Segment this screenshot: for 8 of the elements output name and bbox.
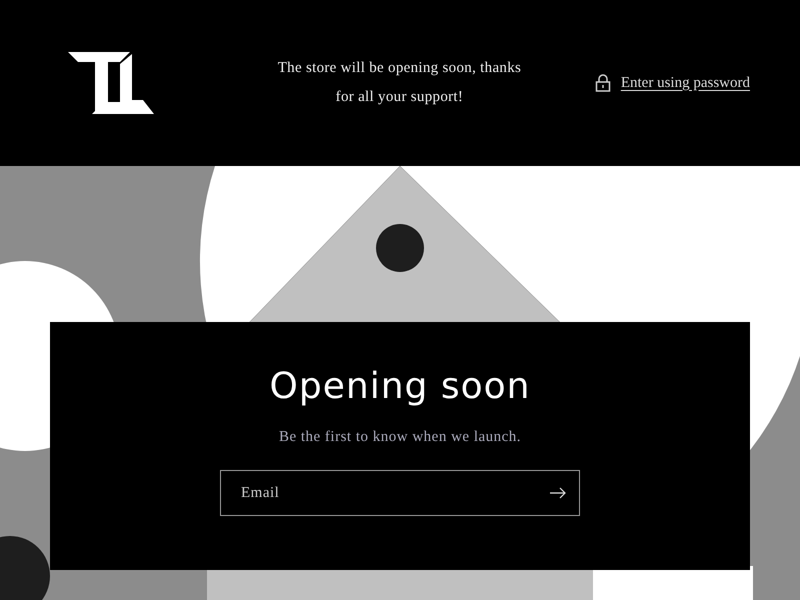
password-link[interactable]: Enter using password [620,74,750,92]
logo-icon [68,52,154,114]
subtitle-text: Be the first to know when we launch. [278,429,522,446]
arrow-icon[interactable] [550,487,566,499]
announcement-text: The store will be opening soon, thanks for all your support! [276,59,522,107]
email-field[interactable]: Email [220,470,580,516]
lock-icon [594,74,611,92]
page-heading: Opening soon [270,366,530,407]
